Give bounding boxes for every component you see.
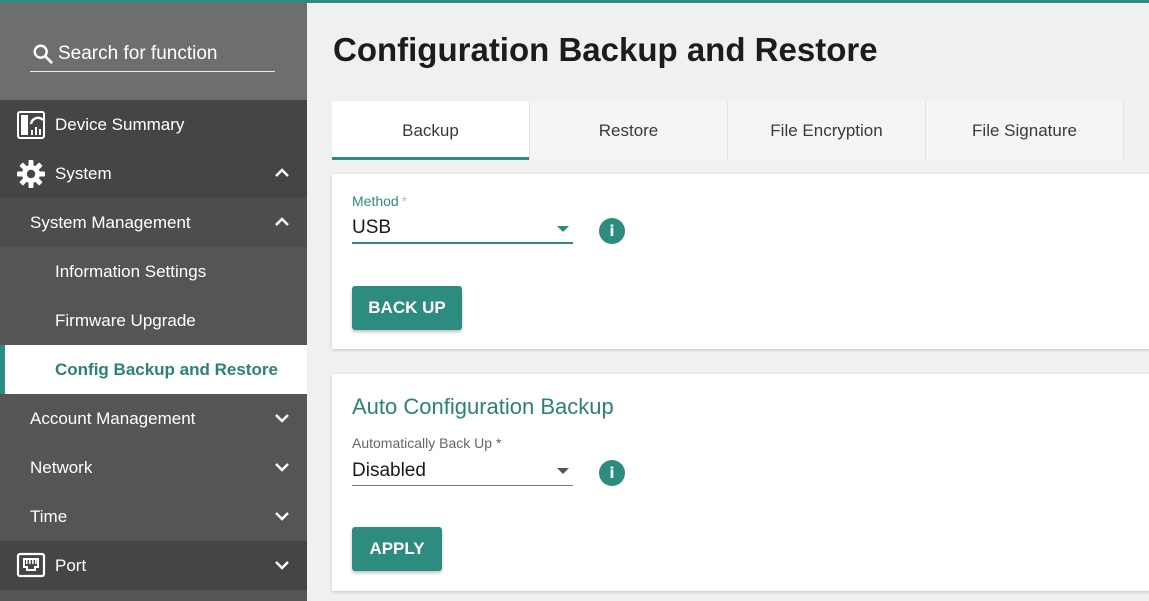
backup-card: Method * USB i BACK UP	[332, 174, 1149, 349]
top-accent-bar	[0, 0, 1149, 3]
info-icon[interactable]: i	[599, 460, 625, 486]
back-up-button[interactable]: BACK UP	[352, 286, 462, 330]
gear-icon	[16, 159, 46, 189]
dropdown-arrow-icon	[557, 468, 569, 474]
sidebar-item-device-summary[interactable]: Device Summary	[0, 100, 307, 149]
sidebar-item-label: System Management	[30, 212, 191, 232]
tab-label: Restore	[598, 120, 659, 140]
info-icon[interactable]: i	[599, 218, 625, 244]
auto-backup-label: Automatically Back Up *	[352, 435, 502, 451]
sidebar-item-label: Account Management	[30, 408, 196, 428]
tab-label: Backup	[402, 120, 459, 140]
sidebar-item-label: Device Summary	[55, 114, 185, 134]
sidebar-item-label: Information Settings	[55, 261, 207, 281]
sidebar-item-label: Port	[55, 555, 87, 575]
page-title: Configuration Backup and Restore	[333, 31, 878, 68]
main-content: Configuration Backup and Restore Backup …	[308, 3, 1149, 601]
tab-file-signature[interactable]: File Signature	[926, 101, 1124, 160]
method-select-value: USB	[352, 217, 392, 238]
tab-bar: Backup Restore File Encryption File Sign…	[332, 101, 1127, 160]
search-box[interactable]	[30, 36, 275, 72]
tab-backup[interactable]: Backup	[332, 101, 530, 160]
tab-label: File Signature	[972, 120, 1077, 140]
chevron-down-icon	[275, 561, 289, 570]
sidebar-item-label: Config Backup and Restore	[55, 359, 278, 379]
method-select[interactable]: USB	[352, 214, 573, 244]
sidebar-item-config-backup-restore[interactable]: Config Backup and Restore	[0, 345, 307, 394]
ethernet-port-icon	[16, 551, 46, 581]
sidebar-item-label: Network	[30, 457, 93, 477]
sidebar-item-network[interactable]: Network	[0, 443, 307, 492]
sidebar-item-firmware-upgrade[interactable]: Firmware Upgrade	[0, 296, 307, 345]
sidebar-item-label: Firmware Upgrade	[55, 310, 196, 330]
sidebar: Device Summary System	[0, 0, 307, 601]
tab-label: File Encryption	[770, 120, 883, 140]
auto-backup-select[interactable]: Disabled	[352, 456, 573, 486]
sidebar-item-label: System	[55, 163, 112, 183]
chevron-up-icon	[275, 217, 289, 226]
dashboard-icon	[16, 110, 46, 140]
sidebar-item-system[interactable]: System	[0, 149, 307, 198]
sidebar-item-port[interactable]: Port	[0, 541, 307, 590]
apply-button[interactable]: APPLY	[352, 527, 442, 571]
sidebar-item-time[interactable]: Time	[0, 492, 307, 541]
tab-restore[interactable]: Restore	[530, 101, 728, 160]
search-input[interactable]	[58, 42, 268, 65]
chevron-down-icon	[275, 414, 289, 423]
section-title: Auto Configuration Backup	[352, 394, 614, 419]
sidebar-item-account-management[interactable]: Account Management	[0, 394, 307, 443]
tab-file-encryption[interactable]: File Encryption	[728, 101, 926, 160]
chevron-up-icon	[275, 168, 289, 177]
sidebar-item-label: Time	[30, 506, 68, 526]
chevron-down-icon	[275, 463, 289, 472]
search-area	[0, 0, 307, 100]
required-marker: *	[401, 193, 408, 209]
chevron-down-icon	[275, 512, 289, 521]
sidebar-item-information-settings[interactable]: Information Settings	[0, 247, 307, 296]
sidebar-item-system-management[interactable]: System Management	[0, 198, 307, 247]
method-label-text: Method	[352, 193, 399, 209]
method-label: Method *	[352, 193, 407, 209]
auto-backup-card: Auto Configuration Backup Automatically …	[332, 374, 1149, 591]
search-icon	[33, 44, 53, 64]
dropdown-arrow-icon	[557, 226, 569, 232]
auto-backup-select-value: Disabled	[352, 459, 426, 481]
